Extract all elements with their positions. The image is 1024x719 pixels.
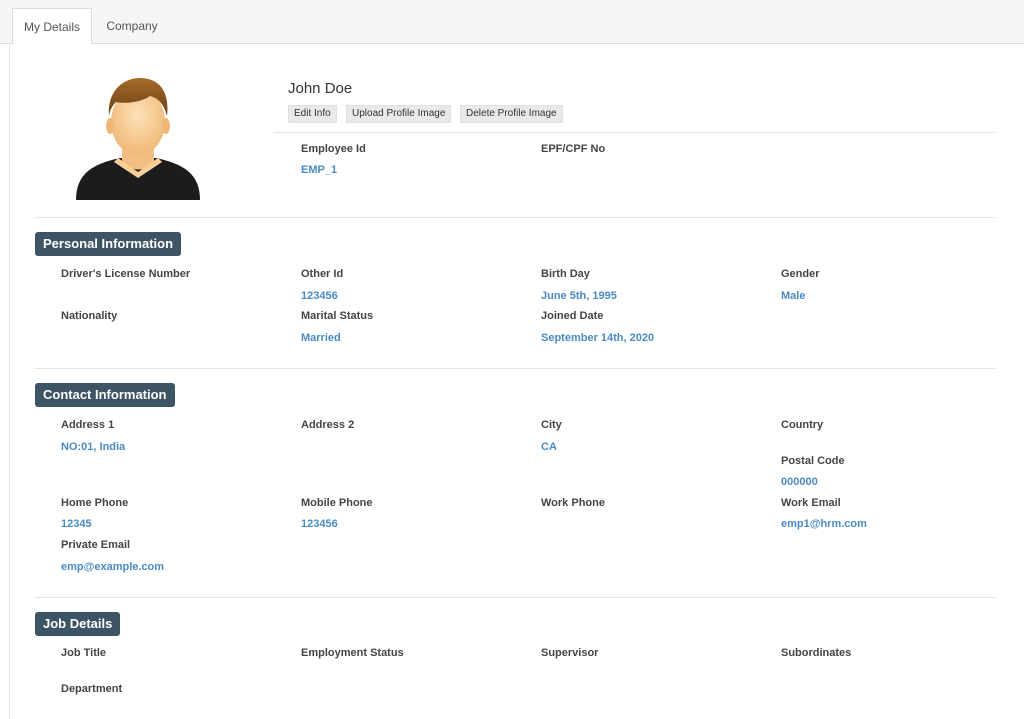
work-phone-label: Work Phone	[541, 497, 605, 509]
edit-info-button[interactable]: Edit Info	[288, 105, 337, 123]
tab-company[interactable]: Company	[94, 8, 170, 45]
birth-day-label: Birth Day	[541, 268, 590, 280]
gender-value: Male	[781, 290, 806, 302]
other-id-value: 123456	[301, 290, 338, 302]
marital-status-label: Marital Status	[301, 310, 374, 322]
employee-name: John Doe	[288, 80, 353, 97]
divider	[35, 368, 995, 369]
work-email-value: emp1@hrm.com	[781, 518, 867, 530]
birth-day-value: June 5th, 1995	[541, 290, 617, 302]
contact-information-header: Contact Information	[35, 383, 175, 407]
personal-information-header: Personal Information	[35, 232, 182, 256]
department-label: Department	[61, 683, 123, 695]
delete-profile-image-button[interactable]: Delete Profile Image	[460, 105, 563, 123]
joined-date-label: Joined Date	[541, 310, 604, 322]
job-details-header: Job Details	[35, 612, 121, 636]
private-email-value: emp@example.com	[61, 561, 165, 573]
address2-label: Address 2	[301, 419, 355, 431]
postal-code-value: 000000	[781, 476, 818, 488]
mobile-phone-label: Mobile Phone	[301, 497, 373, 509]
marital-status-value: Married	[301, 332, 341, 344]
divider	[35, 217, 995, 218]
private-email-label: Private Email	[61, 539, 131, 551]
job-title-label: Job Title	[61, 647, 107, 659]
employment-status-label: Employment Status	[301, 647, 404, 659]
home-phone-value: 12345	[61, 518, 92, 530]
drivers-license-label: Driver's License Number	[61, 268, 191, 280]
city-value: CA	[541, 441, 557, 453]
divider	[35, 597, 995, 598]
tab-bar: My Details Company	[0, 0, 1024, 45]
address1-label: Address 1	[61, 419, 115, 431]
country-label: Country	[781, 419, 824, 431]
address1-value: NO:01, India	[61, 441, 126, 453]
city-label: City	[541, 419, 562, 431]
epf-label: EPF/CPF No	[541, 143, 606, 155]
supervisor-label: Supervisor	[541, 647, 599, 659]
work-email-label: Work Email	[781, 497, 841, 509]
employee-id-label: Employee Id	[301, 143, 366, 155]
subordinates-label: Subordinates	[781, 647, 852, 659]
employee-id-value: EMP_1	[301, 164, 338, 176]
profile-avatar	[76, 78, 200, 200]
nationality-label: Nationality	[61, 310, 118, 322]
home-phone-label: Home Phone	[61, 497, 129, 509]
joined-date-value: September 14th, 2020	[541, 332, 655, 344]
postal-code-label: Postal Code	[781, 455, 845, 467]
upload-profile-image-button[interactable]: Upload Profile Image	[346, 105, 452, 123]
other-id-label: Other Id	[301, 268, 344, 280]
gender-label: Gender	[781, 268, 820, 280]
tab-my-details[interactable]: My Details	[12, 8, 92, 45]
divider	[274, 132, 995, 133]
mobile-phone-value: 123456	[301, 518, 338, 530]
